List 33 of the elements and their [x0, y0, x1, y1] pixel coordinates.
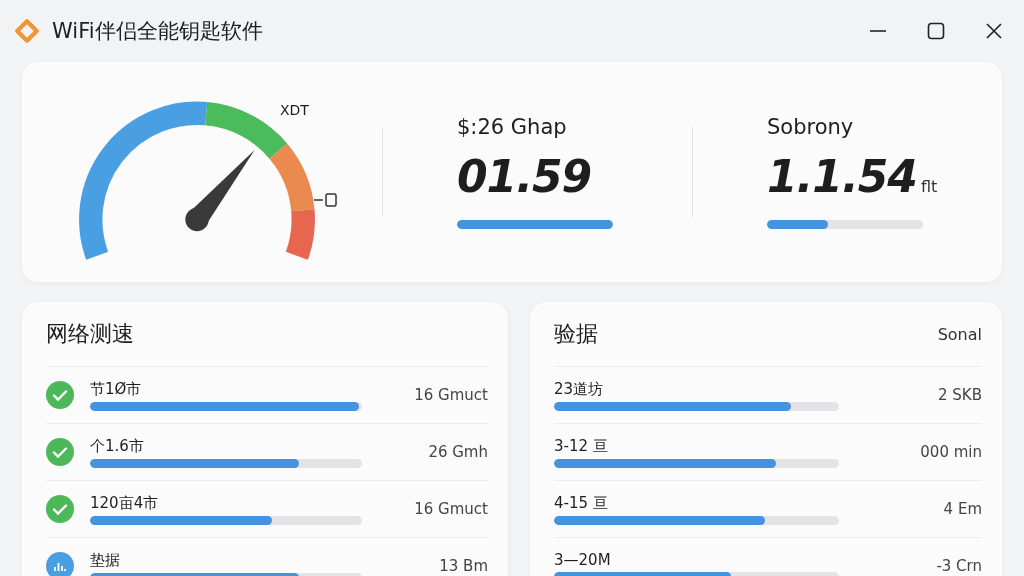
- row-label: 120亩4市: [90, 493, 160, 513]
- row-reading: 13 Bm: [438, 557, 488, 575]
- gauge-label: XDT: [280, 102, 309, 118]
- row-label: 垫据: [90, 550, 121, 570]
- app-logo-icon: [14, 18, 40, 44]
- row-label: 个1.6市: [90, 436, 145, 456]
- stat-unit: flt: [920, 177, 938, 198]
- stat-value: 01.59: [457, 151, 592, 202]
- stat-label: Sobrony: [767, 115, 855, 139]
- row-label: 4-15 亘: [554, 493, 609, 513]
- row-reading: 16 Gmuct: [413, 500, 488, 518]
- row-reading: -3 Crn: [935, 557, 982, 575]
- stat-value: 1.1.54: [767, 151, 917, 202]
- row-label: 节1Ø市: [90, 379, 143, 399]
- marker-icon: [314, 192, 338, 208]
- row-reading: 2 SKB: [937, 386, 982, 404]
- row-reading: 26 Gmh: [427, 443, 488, 461]
- check-icon: [46, 438, 74, 466]
- panel-title: 验据: [554, 320, 598, 348]
- close-icon[interactable]: [984, 21, 1004, 41]
- column-header: Sonal: [937, 324, 982, 344]
- row-reading: 4 Em: [942, 500, 982, 518]
- stat-label: $:26 Ghap: [457, 115, 568, 139]
- row-reading: 16 Gmuct: [413, 386, 488, 404]
- row-label: 3-12 亘: [554, 436, 609, 456]
- window-title: WiFi伴侣全能钥匙软件: [52, 18, 263, 45]
- panel-title: 网络测速: [46, 320, 134, 348]
- row-label: 23道坊: [554, 379, 605, 399]
- check-icon: [46, 495, 74, 523]
- maximize-icon[interactable]: [926, 21, 946, 41]
- check-icon: [46, 381, 74, 409]
- row-reading: 000 min: [919, 443, 982, 461]
- row-label: 3—20M: [554, 551, 612, 569]
